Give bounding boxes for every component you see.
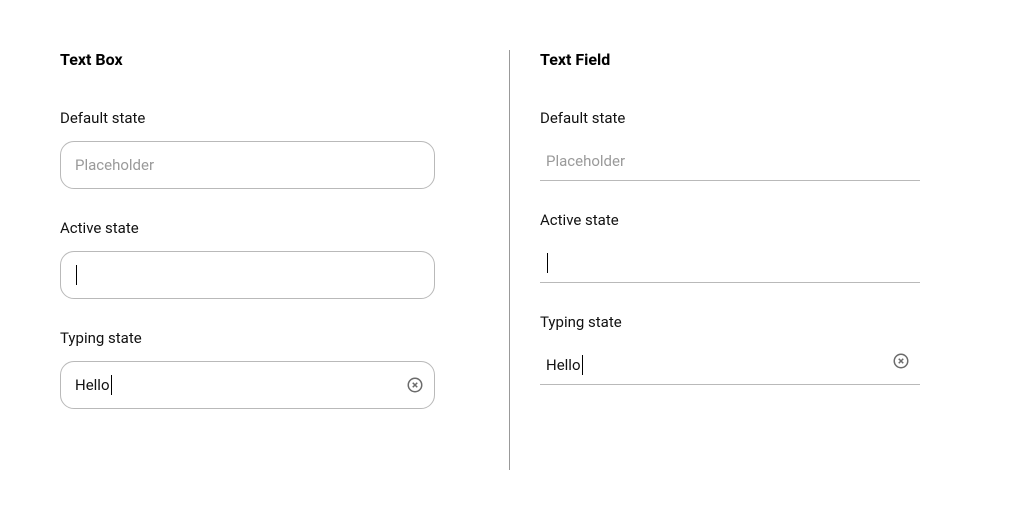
textbox-typing-label: Typing state	[60, 329, 479, 347]
textfield-active-caret	[547, 253, 548, 273]
textbox-default-label: Default state	[60, 109, 479, 127]
textbox-default-block: Default state Placeholder	[60, 109, 479, 189]
textfield-active-block: Active state	[540, 211, 959, 283]
textbox-column: Text Box Default state Placeholder Activ…	[60, 50, 509, 470]
textfield-column: Text Field Default state Placeholder Act…	[509, 50, 959, 470]
textfield-typing-input[interactable]: Hello	[540, 345, 920, 385]
textbox-active-block: Active state	[60, 219, 479, 299]
textfield-typing-label: Typing state	[540, 313, 959, 331]
textbox-typing-caret	[111, 375, 112, 395]
textfield-active-label: Active state	[540, 211, 959, 229]
textbox-default-input[interactable]: Placeholder	[60, 141, 435, 189]
textfield-default-label: Default state	[540, 109, 959, 127]
textbox-active-caret	[76, 265, 77, 285]
textfield-typing-block: Typing state Hello	[540, 313, 959, 385]
textbox-active-label: Active state	[60, 219, 479, 237]
textbox-typing-value: Hello	[75, 376, 110, 394]
clear-circle-icon[interactable]	[892, 352, 910, 370]
textfield-default-placeholder: Placeholder	[546, 152, 625, 170]
textbox-typing-block: Typing state Hello	[60, 329, 479, 409]
textfield-typing-value: Hello	[546, 356, 581, 374]
clear-circle-icon[interactable]	[406, 376, 424, 394]
textfield-default-block: Default state Placeholder	[540, 109, 959, 181]
textfield-default-input[interactable]: Placeholder	[540, 141, 920, 181]
textbox-section-title: Text Box	[60, 50, 479, 69]
textfield-active-input[interactable]	[540, 243, 920, 283]
textbox-default-placeholder: Placeholder	[75, 156, 154, 174]
textfield-typing-caret	[582, 355, 583, 375]
textfield-section-title: Text Field	[540, 50, 959, 69]
textbox-typing-input[interactable]: Hello	[60, 361, 435, 409]
textbox-active-input[interactable]	[60, 251, 435, 299]
